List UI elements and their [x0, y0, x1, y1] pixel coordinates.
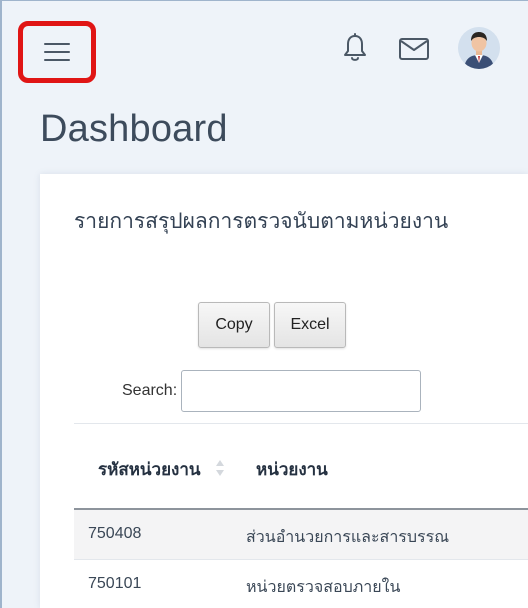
copy-button[interactable]: Copy	[198, 302, 270, 348]
cell-unit-name: ส่วนอำนวยการและสารบรรณ	[246, 527, 450, 546]
hamburger-menu-icon	[44, 43, 70, 61]
sort-icon[interactable]	[214, 458, 226, 478]
top-bar	[2, 1, 528, 93]
card-title: รายการสรุปผลการตรวจนับตามหน่วยงาน	[74, 209, 449, 233]
column-header-unit[interactable]: หน่วยงาน	[256, 456, 328, 483]
search-row: Search:	[122, 370, 422, 412]
table-row[interactable]: 750408 ส่วนอำนวยการและสารบรรณ	[74, 510, 528, 560]
cell-unit-code: 750408	[88, 525, 142, 542]
cell-unit-code: 750101	[88, 575, 142, 592]
export-buttons: Copy Excel	[198, 302, 346, 348]
excel-button[interactable]: Excel	[274, 302, 346, 348]
hamburger-menu-button[interactable]	[18, 21, 96, 83]
search-input[interactable]	[181, 370, 422, 412]
column-header-code[interactable]: รหัสหน่วยงาน	[98, 456, 201, 483]
search-label: Search:	[122, 382, 178, 399]
table-row[interactable]: 750101 หน่วยตรวจสอบภายใน	[74, 560, 528, 608]
summary-card: รายการสรุปผลการตรวจนับตามหน่วยงาน Copy E…	[40, 174, 528, 608]
page-title: Dashboard	[40, 108, 228, 150]
bell-icon[interactable]	[342, 33, 368, 63]
mail-icon[interactable]	[398, 37, 430, 61]
table-divider	[74, 423, 528, 424]
user-avatar[interactable]	[458, 27, 500, 69]
avatar-person-icon	[458, 27, 500, 69]
cell-unit-name: หน่วยตรวจสอบภายใน	[246, 577, 401, 596]
